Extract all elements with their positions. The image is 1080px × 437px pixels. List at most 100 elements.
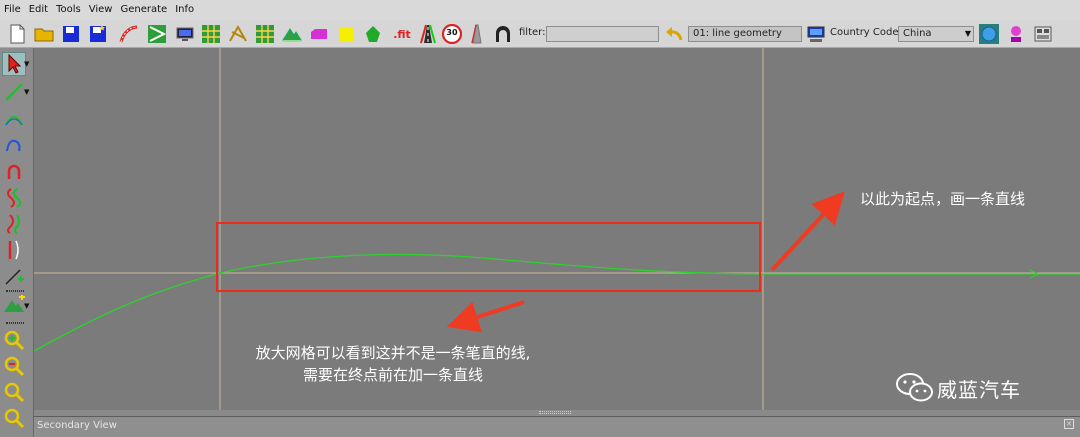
grid-icon <box>202 25 220 43</box>
country-code-button[interactable] <box>805 23 827 45</box>
palette-divider <box>6 290 24 292</box>
road-curve[interactable] <box>34 253 1080 352</box>
menu-tools[interactable]: Tools <box>52 0 85 20</box>
snap-lines-icon <box>229 24 247 42</box>
monitor-view-button[interactable] <box>174 23 196 45</box>
road-shape-button[interactable] <box>466 23 488 45</box>
chevron-down-icon: ▼ <box>964 29 971 38</box>
watermark: 威蓝汽车 <box>895 368 1065 408</box>
split-tool-button[interactable] <box>2 238 26 262</box>
user-avatar-icon <box>1011 26 1021 42</box>
straight-line-icon <box>5 83 23 101</box>
save-button[interactable] <box>60 23 82 45</box>
arc-icon <box>5 116 23 126</box>
menu-bar: File Edit Tools View Generate Info <box>0 0 1080 20</box>
add-point-tool-button[interactable] <box>2 264 26 288</box>
zoom-reset-icon <box>4 408 25 429</box>
line-tool-button[interactable] <box>2 80 26 104</box>
save-as-icon <box>90 25 106 42</box>
close-icon[interactable]: ✕ <box>1064 419 1074 429</box>
green-shape-icon <box>366 26 380 42</box>
menu-view[interactable]: View <box>85 0 117 20</box>
grid-fine-button[interactable] <box>254 23 276 45</box>
zoom-fit-button[interactable] <box>2 380 26 404</box>
folder-icon <box>34 28 54 42</box>
wechat-icon <box>896 373 933 402</box>
road-lane-icon <box>420 24 436 44</box>
secondary-view-title: Secondary View <box>37 420 117 431</box>
vegetation-button[interactable] <box>362 23 384 45</box>
chevron-down-icon: ▼ <box>24 302 30 310</box>
terrain-button[interactable] <box>281 23 303 45</box>
zoom-in-icon <box>4 330 25 351</box>
object-button[interactable] <box>335 23 357 45</box>
marking-button[interactable] <box>308 23 330 45</box>
country-code-label: Country Code: <box>830 27 902 38</box>
geometry-mode-field[interactable]: 01: line geometry <box>688 26 802 42</box>
country-code-value: China <box>903 28 932 39</box>
splitter-grip[interactable] <box>539 411 571 414</box>
tunnel-button[interactable] <box>492 23 514 45</box>
junction-icon <box>148 25 167 43</box>
yellow-square-icon <box>339 27 353 41</box>
user-button[interactable] <box>1005 23 1027 45</box>
pointer-icon <box>8 53 22 74</box>
annotation-zoom-note-line2: 需要在终点前在加一条直线 <box>302 366 483 384</box>
loop-tool-button[interactable] <box>2 160 26 184</box>
arrow-to-start-point <box>770 191 845 272</box>
terrain-tool-button[interactable] <box>2 294 26 318</box>
menu-info[interactable]: Info <box>171 0 198 20</box>
new-file-button[interactable] <box>6 23 28 45</box>
menu-edit[interactable]: Edit <box>25 0 52 20</box>
chevron-down-icon: ▼ <box>24 60 30 68</box>
monitor-icon <box>176 27 194 41</box>
undo-arrow-icon <box>666 27 683 41</box>
lane-change-icon <box>7 214 20 234</box>
annotation-start-point: 以此为起点，画一条直线 <box>860 190 1026 208</box>
fit-label: .fit <box>393 27 411 41</box>
s-curve-tool-button[interactable] <box>2 186 26 210</box>
draw-road-button[interactable] <box>118 23 140 45</box>
zoom-in-button[interactable] <box>2 328 26 352</box>
chevron-down-icon: ▼ <box>24 88 30 96</box>
zoom-reset-button[interactable] <box>2 406 26 430</box>
globe-button[interactable] <box>978 23 1000 45</box>
terrain-icon <box>282 28 302 42</box>
s-curve-icon <box>7 188 21 208</box>
spiral-tool-button[interactable] <box>2 134 26 158</box>
arrow-to-highlight <box>446 300 525 333</box>
junction-button[interactable] <box>146 23 168 45</box>
filter-input[interactable] <box>546 26 659 42</box>
undo-button[interactable] <box>663 23 685 45</box>
palette-divider <box>6 322 24 324</box>
speed-sign-button[interactable]: 30 <box>441 23 463 45</box>
terrain-icon <box>4 295 25 312</box>
arc-tool-button[interactable] <box>2 108 26 132</box>
globe-icon <box>979 24 999 44</box>
save-as-button[interactable] <box>87 23 109 45</box>
curve-road-icon <box>119 25 138 43</box>
select-tool-button[interactable] <box>2 52 26 76</box>
settings-panel-button[interactable] <box>1032 23 1054 45</box>
menu-generate[interactable]: Generate <box>116 0 171 20</box>
menu-file[interactable]: File <box>0 0 25 20</box>
highlight-box <box>216 222 761 292</box>
road-editor-canvas[interactable]: 以此为起点，画一条直线 放大网格可以看到这并不是一条笔直的线, 需要在终点前在加… <box>34 48 1080 410</box>
filter-label: filter: <box>519 27 546 38</box>
road-lane-button[interactable] <box>417 23 439 45</box>
snap-button[interactable] <box>227 23 249 45</box>
lane-change-tool-button[interactable] <box>2 212 26 236</box>
fit-button[interactable]: .fit <box>388 23 416 45</box>
annotation-zoom-note: 放大网格可以看到这并不是一条笔直的线, 需要在终点前在加一条直线 <box>220 342 566 386</box>
save-icon <box>63 26 79 42</box>
tunnel-icon <box>496 26 510 42</box>
grid-toggle-button[interactable] <box>200 23 222 45</box>
magenta-block-icon <box>311 29 327 39</box>
tool-palette: ▼ ▼ ▼ <box>0 48 34 437</box>
zoom-out-icon <box>4 356 25 377</box>
new-file-icon <box>10 24 25 44</box>
zoom-out-button[interactable] <box>2 354 26 378</box>
main-toolbar: .fit 30 filter: 01: line geometry Countr… <box>0 20 1080 48</box>
country-code-select[interactable]: China ▼ <box>898 26 974 42</box>
open-folder-button[interactable] <box>33 23 55 45</box>
